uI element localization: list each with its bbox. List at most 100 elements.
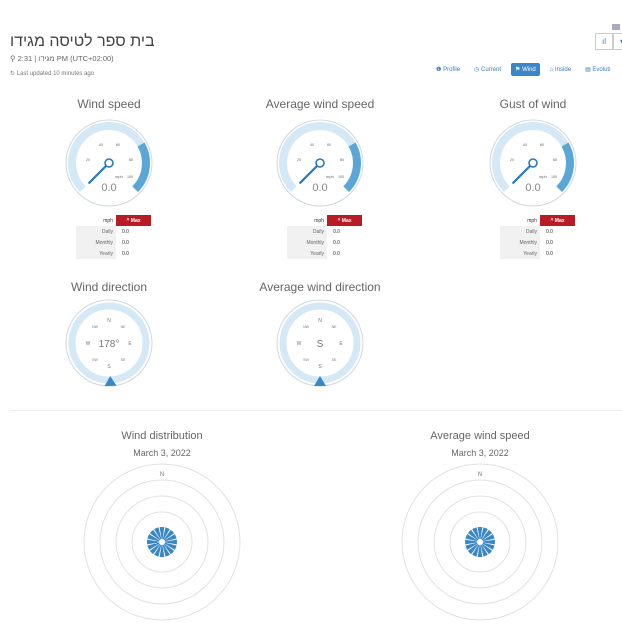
row-label: Monthly bbox=[500, 237, 540, 248]
gauge-unit: mph bbox=[539, 174, 547, 179]
gauge-title: Gust of wind bbox=[499, 97, 567, 111]
nav-tabs: ❶ Profile ◷ Current ⚑ Wind ⌂ Inside ▤ Ev… bbox=[432, 63, 614, 76]
station-time-text: 2:31 | מגידו PM (UTC+02:00) bbox=[17, 54, 114, 63]
gauge-unit: mph bbox=[115, 174, 123, 179]
gauge-value: 0.0 bbox=[525, 182, 540, 194]
section-divider bbox=[10, 410, 622, 411]
wind-speed-gauge: 20 40 60 80 100 mph 0.0 bbox=[64, 118, 154, 208]
max-label: Max bbox=[554, 217, 565, 224]
header-buttons: ıl ▾ bbox=[595, 33, 622, 50]
gauge-value: 0.0 bbox=[312, 182, 327, 194]
gauge-tick-label: 20 bbox=[297, 158, 301, 162]
tab-label: Wind bbox=[522, 67, 536, 73]
gust-gauge: 20 40 60 80 100 mph 0.0 bbox=[488, 118, 578, 208]
stats-table: mph ^ Max Daily 0.0 Monthly 0.0 Yearly 0.0 bbox=[500, 215, 575, 259]
stats-table: mph ^ Max Daily 0.0 Monthly 0.0 Yearly 0.0 bbox=[287, 215, 362, 259]
max-label: Max bbox=[341, 217, 352, 224]
gauge-tick-label: 20 bbox=[86, 158, 90, 162]
clock-icon: ◷ bbox=[474, 67, 480, 73]
row-label: Monthly bbox=[287, 237, 327, 248]
gauge-tick-label: 40 bbox=[523, 143, 527, 147]
tab-evolution[interactable]: ▤ Evoluti bbox=[581, 63, 614, 76]
info-icon: ❶ bbox=[436, 67, 442, 73]
gauge-tick-label: 100 bbox=[551, 175, 557, 179]
tab-inside[interactable]: ⌂ Inside bbox=[546, 64, 575, 76]
gauge-tick-label: 60 bbox=[327, 143, 331, 147]
unit-header: mph bbox=[527, 217, 537, 224]
distribution-title: Average wind speed bbox=[430, 430, 530, 442]
tab-profile[interactable]: ❶ Profile bbox=[432, 63, 464, 76]
wind-rose-chart: N bbox=[82, 462, 242, 622]
wind-direction-compass: N NE E SE S SW W NW 178° bbox=[64, 298, 154, 388]
bar-chart-icon[interactable]: ıl bbox=[595, 33, 613, 50]
tab-wind[interactable]: ⚑ Wind bbox=[511, 63, 540, 76]
max-header: ^ Max bbox=[116, 215, 151, 226]
wind-rose-svg: N bbox=[83, 463, 241, 621]
stats-table: mph ^ Max Daily 0.0 Monthly 0.0 Yearly 0.0 bbox=[76, 215, 151, 259]
compass-center-value: S bbox=[317, 339, 324, 350]
gauge-value: 0.0 bbox=[101, 182, 116, 194]
gauge-tick-label: 80 bbox=[553, 158, 557, 162]
gauge-tick-label: 60 bbox=[116, 143, 120, 147]
gauge-hub bbox=[528, 158, 538, 168]
compass-svg: NNEESESSWWNW178° bbox=[65, 299, 153, 387]
wind-rose-svg: N bbox=[401, 463, 559, 621]
gauge-tick-label: 20 bbox=[510, 158, 514, 162]
gauge-tick-label: 80 bbox=[129, 158, 133, 162]
home-icon: ⌂ bbox=[549, 66, 554, 73]
row-label: Daily bbox=[76, 226, 116, 237]
row-value: 0.0 bbox=[333, 239, 340, 246]
rose-north-label: N bbox=[478, 472, 482, 478]
tab-label: Current bbox=[481, 67, 502, 73]
row-value: 0.0 bbox=[333, 250, 340, 257]
row-label: Monthly bbox=[76, 237, 116, 248]
max-header: ^ Max bbox=[327, 215, 362, 226]
max-label: Max bbox=[130, 217, 141, 224]
max-header: ^ Max bbox=[540, 215, 575, 226]
compass-label: NW bbox=[92, 325, 99, 329]
compass-label: W bbox=[297, 341, 302, 347]
tab-label: Inside bbox=[555, 66, 572, 73]
row-label: Yearly bbox=[76, 248, 116, 259]
gauge-tick-label: 40 bbox=[310, 143, 314, 147]
last-updated: ↻ Last updated 10 minutes ago bbox=[10, 71, 95, 77]
gauge-tick-label: 60 bbox=[540, 143, 544, 147]
gauge-svg: 20 40 60 80 100 mph 0.0 bbox=[276, 119, 364, 207]
compass-label: SW bbox=[92, 358, 98, 362]
average-wind-speed-gauge: 20 40 60 80 100 mph 0.0 bbox=[275, 118, 365, 208]
chevron-down-icon[interactable]: ▾ bbox=[613, 33, 622, 50]
compass-label: NW bbox=[303, 325, 310, 329]
gauge-tick-label: 100 bbox=[127, 175, 133, 179]
last-updated-text: Last updated 10 minutes ago bbox=[16, 71, 95, 77]
gauge-title: Wind speed bbox=[77, 97, 141, 111]
gauge-hub bbox=[315, 158, 325, 168]
tab-current[interactable]: ◷ Current bbox=[470, 63, 505, 76]
distribution-date: March 3, 2022 bbox=[133, 448, 191, 458]
compass-label: NE bbox=[332, 325, 338, 329]
row-label: Yearly bbox=[287, 248, 327, 259]
rose-center bbox=[159, 539, 165, 545]
rose-north-label: N bbox=[160, 472, 164, 478]
gauge-unit: mph bbox=[326, 174, 334, 179]
gauge-tick-label: 100 bbox=[338, 175, 344, 179]
compass-svg: NNEESESSWWNWS bbox=[276, 299, 364, 387]
compass-label: SE bbox=[332, 358, 337, 362]
unit-header: mph bbox=[103, 217, 113, 224]
compass-label: SW bbox=[303, 358, 309, 362]
row-label: Daily bbox=[500, 226, 540, 237]
row-label: Daily bbox=[287, 226, 327, 237]
gauge-tick-label: 40 bbox=[99, 143, 103, 147]
compass-label: NE bbox=[121, 325, 127, 329]
compass-title: Wind direction bbox=[70, 280, 148, 294]
compass-label: N bbox=[318, 318, 322, 324]
gauge-svg: 20 40 60 80 100 mph 0.0 bbox=[65, 119, 153, 207]
station-title: בית ספר לטיסה מגידו bbox=[10, 33, 155, 50]
distribution-title: Wind distribution bbox=[121, 430, 203, 442]
tab-label: Evoluti bbox=[592, 67, 611, 73]
compass-label: W bbox=[86, 341, 91, 347]
row-value: 0.0 bbox=[122, 239, 129, 246]
row-value: 0.0 bbox=[122, 250, 129, 257]
gauge-svg: 20 40 60 80 100 mph 0.0 bbox=[489, 119, 577, 207]
flag-icon[interactable] bbox=[612, 24, 620, 30]
average-wind-direction-compass: N NE E SE S SW W NW S bbox=[275, 298, 365, 388]
